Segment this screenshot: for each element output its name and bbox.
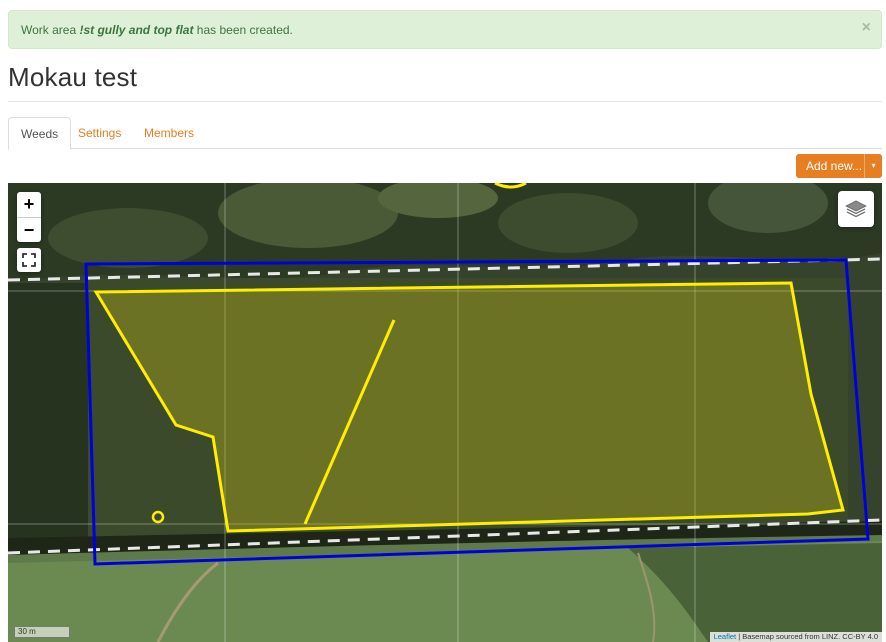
chevron-down-icon[interactable]: ▾: [864, 154, 882, 178]
layers-icon[interactable]: [838, 191, 874, 227]
scale-bar: 30 m: [14, 627, 70, 638]
map-view[interactable]: + − 30 m Leaflet | Basemap sourced from …: [8, 183, 882, 642]
map-attribution: Leaflet | Basemap sourced from LINZ. CC-…: [709, 632, 882, 642]
zoom-out-icon[interactable]: −: [17, 217, 41, 242]
divider: [8, 101, 882, 102]
success-alert: Work area !st gully and top flat has bee…: [8, 10, 882, 49]
basemap-attribution: Basemap sourced from LINZ. CC-BY 4.0: [742, 632, 878, 641]
tab-settings[interactable]: Settings: [66, 117, 133, 149]
map-imagery[interactable]: [8, 183, 882, 642]
alert-work-area-name: !st gully and top flat: [79, 23, 194, 37]
tab-bar: Weeds Settings Members: [8, 117, 882, 150]
leaflet-link[interactable]: Leaflet: [714, 632, 737, 641]
alert-prefix: Work area: [21, 23, 80, 37]
zoom-in-icon[interactable]: +: [17, 192, 41, 217]
tab-members[interactable]: Members: [132, 117, 206, 149]
zoom-control: + −: [17, 192, 41, 242]
tab-weeds[interactable]: Weeds: [8, 117, 72, 150]
add-new-button[interactable]: Add new... ▾: [796, 154, 882, 178]
add-new-label[interactable]: Add new...: [796, 154, 864, 178]
page-title: Mokau test: [8, 62, 138, 92]
fullscreen-icon[interactable]: [17, 248, 41, 272]
close-icon[interactable]: ×: [862, 20, 871, 36]
alert-suffix: has been created.: [193, 23, 293, 37]
